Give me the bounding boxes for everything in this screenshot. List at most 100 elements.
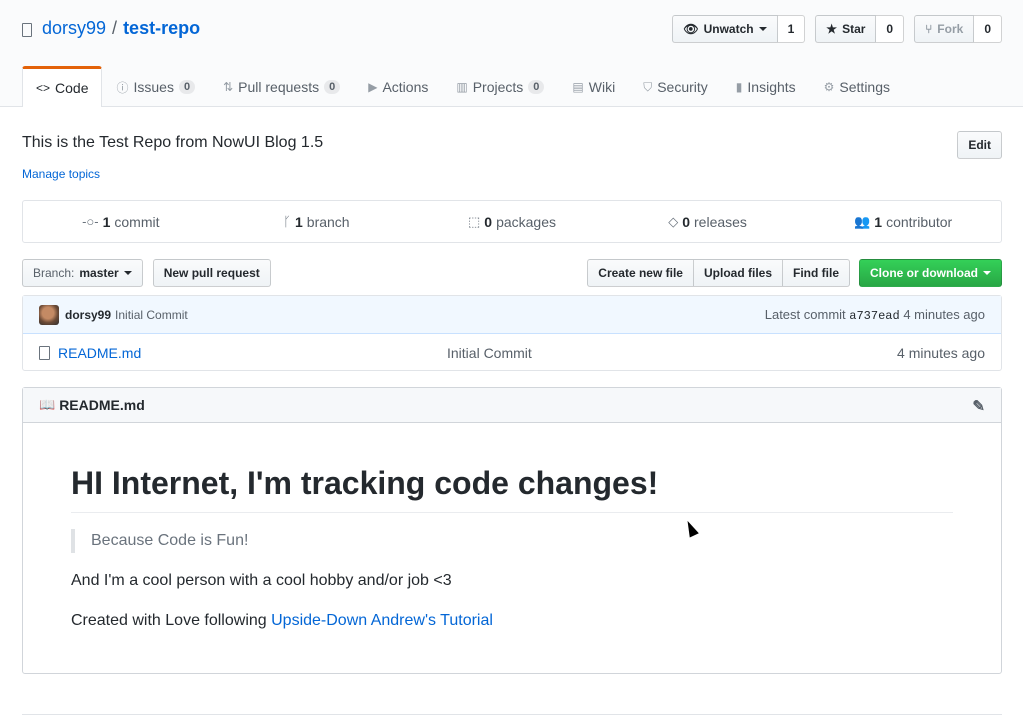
tutorial-link[interactable]: Upside-Down Andrew's Tutorial <box>271 612 493 629</box>
file-button-group: Create new file Upload files Find file <box>587 259 850 287</box>
package-icon: ⬚ <box>467 213 481 229</box>
tab-counter: 0 <box>178 80 196 94</box>
contributors-link[interactable]: 👥 1 contributor <box>805 201 1001 242</box>
clone-label: Clone or download <box>870 266 978 280</box>
tab-code[interactable]: <> Code <box>22 66 103 107</box>
commit-sha-link[interactable]: a737ead <box>849 309 899 323</box>
chevron-down-icon <box>123 271 132 275</box>
repo-separator: / <box>112 18 118 38</box>
tab-label: Security <box>657 79 708 95</box>
tab-issues[interactable]: ⓘ Issues 0 <box>102 66 209 107</box>
readme-quote: Because Code is Fun! <box>71 529 953 553</box>
tab-settings[interactable]: ⚙ Settings <box>810 66 904 107</box>
watch-button[interactable]: 👁 Unwatch <box>672 15 778 43</box>
commit-author[interactable]: dorsy99 <box>65 308 111 322</box>
branch-name: master <box>79 266 119 280</box>
tab-label: Code <box>55 80 89 96</box>
packages-label: packages <box>496 213 556 230</box>
fork-label: Fork <box>937 22 964 36</box>
play-icon: ▶ <box>368 80 378 94</box>
fork-count[interactable]: 0 <box>974 15 1002 43</box>
tab-insights[interactable]: ▮ Insights <box>722 66 810 107</box>
releases-count: 0 <box>682 213 691 230</box>
tab-actions[interactable]: ▶ Actions <box>354 66 442 107</box>
readme-box: 📖 README.md ✎ HI Internet, I'm tracking … <box>22 387 1002 674</box>
repo-nav-tabs: <> Code ⓘ Issues 0 ⇅ Pull requests 0 ▶ A… <box>22 66 904 107</box>
code-icon: <> <box>36 81 51 95</box>
eye-icon: 👁 <box>683 22 699 36</box>
commits-link[interactable]: -○- 1 commit <box>23 201 219 242</box>
clone-download-button[interactable]: Clone or download <box>859 259 1002 287</box>
branches-link[interactable]: ᚴ 1 branch <box>219 201 415 242</box>
chevron-down-icon <box>983 271 991 275</box>
star-button[interactable]: ★ Star <box>815 15 877 43</box>
commits-label: commit <box>114 213 160 230</box>
avatar[interactable] <box>39 304 59 325</box>
watch-group: 👁 Unwatch 1 <box>672 15 806 43</box>
readme-paragraph-prefix: Created with Love following <box>71 612 272 629</box>
fork-group: ⑂ Fork 0 <box>914 15 1002 43</box>
star-label: Star <box>842 22 866 36</box>
repo-actions: 👁 Unwatch 1 ★ Star 0 ⑂ Fork 0 <box>672 15 1002 43</box>
book-icon: 📖 <box>39 397 56 412</box>
releases-link[interactable]: ◇ 0 releases <box>610 201 806 242</box>
branches-label: branch <box>306 213 350 230</box>
tab-counter: 0 <box>324 80 341 94</box>
table-row: README.md Initial Commit 4 minutes ago <box>23 334 1001 371</box>
commit-message[interactable]: Initial Commit <box>115 308 188 322</box>
star-icon: ★ <box>826 22 838 36</box>
edit-description-button[interactable]: Edit <box>957 131 1002 159</box>
readme-header: 📖 README.md ✎ <box>23 388 1001 423</box>
latest-commit-info: Latest commit a737ead 4 minutes ago <box>765 307 985 323</box>
shield-icon: ⛉ <box>643 79 653 94</box>
contributors-count: 1 <box>874 213 883 230</box>
branch-select-button[interactable]: Branch: master <box>22 259 143 287</box>
star-count[interactable]: 0 <box>876 15 905 43</box>
project-icon: ▥ <box>456 80 468 94</box>
branch-prefix: Branch: <box>33 266 75 280</box>
latest-commit-bar: dorsy99 Initial Commit Latest commit a73… <box>23 296 1001 334</box>
star-group: ★ Star 0 <box>815 15 905 43</box>
new-pull-request-button[interactable]: New pull request <box>152 259 271 287</box>
footer-divider <box>22 714 1002 715</box>
commit-icon: -○- <box>82 214 99 229</box>
commits-count: 1 <box>102 213 111 230</box>
branch-controls: Branch: master New pull request <box>22 259 271 287</box>
tab-label: Pull requests <box>238 79 320 95</box>
releases-label: releases <box>694 213 747 230</box>
repo-title: dorsy99 / test-repo <box>22 18 200 39</box>
repo-name-link[interactable]: test-repo <box>123 18 200 39</box>
tab-wiki[interactable]: ▤ Wiki <box>558 66 629 107</box>
packages-link[interactable]: ⬚ 0 packages <box>414 201 610 242</box>
tab-pull-requests[interactable]: ⇅ Pull requests 0 <box>209 66 354 107</box>
manage-topics-link[interactable]: Manage topics <box>22 167 100 181</box>
repo-summary: -○- 1 commit ᚴ 1 branch ⬚ 0 packages ◇ 0… <box>22 200 1002 243</box>
chevron-down-icon <box>758 27 767 31</box>
file-list: dorsy99 Initial Commit Latest commit a73… <box>22 295 1002 371</box>
fork-button[interactable]: ⑂ Fork <box>914 15 975 43</box>
tag-icon: ◇ <box>668 213 679 229</box>
tab-label: Actions <box>382 79 429 95</box>
repo-icon <box>22 22 32 37</box>
pencil-icon[interactable]: ✎ <box>972 397 985 415</box>
readme-content: HI Internet, I'm tracking code changes! … <box>23 423 1001 633</box>
graph-icon: ▮ <box>735 80 743 94</box>
issue-icon: ⓘ <box>116 80 129 95</box>
tab-label: Projects <box>472 79 524 95</box>
tab-projects[interactable]: ▥ Projects 0 <box>442 66 558 107</box>
commit-age: 4 minutes ago <box>903 306 985 322</box>
watch-count[interactable]: 1 <box>777 15 806 43</box>
repo-owner-link[interactable]: dorsy99 <box>42 18 106 39</box>
file-name-link[interactable]: README.md <box>58 345 141 361</box>
tab-security[interactable]: ⛉ Security <box>629 66 722 107</box>
file-age: 4 minutes ago <box>897 344 985 361</box>
file-commit-message[interactable]: Initial Commit <box>447 345 532 361</box>
create-new-file-button[interactable]: Create new file <box>587 259 694 287</box>
people-icon: 👥 <box>854 213 871 229</box>
file-navigation: Branch: master New pull request Create n… <box>22 259 1002 287</box>
find-file-button[interactable]: Find file <box>782 259 850 287</box>
tab-counter: 0 <box>528 80 545 94</box>
contributors-label: contributor <box>886 213 953 230</box>
upload-files-button[interactable]: Upload files <box>692 259 783 287</box>
latest-commit-prefix: Latest commit <box>764 306 846 322</box>
